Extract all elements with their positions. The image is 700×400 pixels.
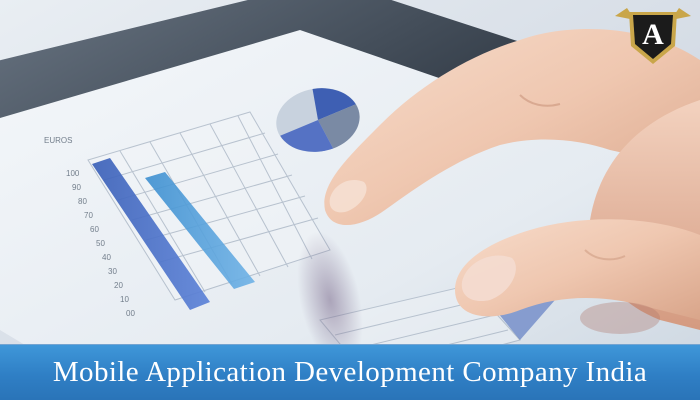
tablet-touch-photo: EUROS 100 90 80 70 60 50 40 30 20 10 00 [0, 0, 700, 400]
hero-image: EUROS 100 90 80 70 60 50 40 30 20 10 00 [0, 0, 700, 400]
svg-text:EUROS: EUROS [44, 136, 72, 145]
svg-text:00: 00 [126, 309, 135, 318]
svg-text:30: 30 [108, 267, 117, 276]
svg-text:80: 80 [78, 197, 87, 206]
banner-title: Mobile Application Development Company I… [52, 356, 648, 388]
svg-text:50: 50 [96, 239, 105, 248]
svg-text:100: 100 [66, 169, 80, 178]
title-banner: Mobile Application Development Company I… [0, 344, 700, 400]
svg-text:60: 60 [90, 225, 99, 234]
brand-logo: A [613, 6, 693, 68]
svg-text:20: 20 [114, 281, 123, 290]
logo-letter: A [642, 18, 664, 51]
svg-text:40: 40 [102, 253, 111, 262]
svg-text:70: 70 [84, 211, 93, 220]
svg-text:90: 90 [72, 183, 81, 192]
svg-text:10: 10 [120, 295, 129, 304]
